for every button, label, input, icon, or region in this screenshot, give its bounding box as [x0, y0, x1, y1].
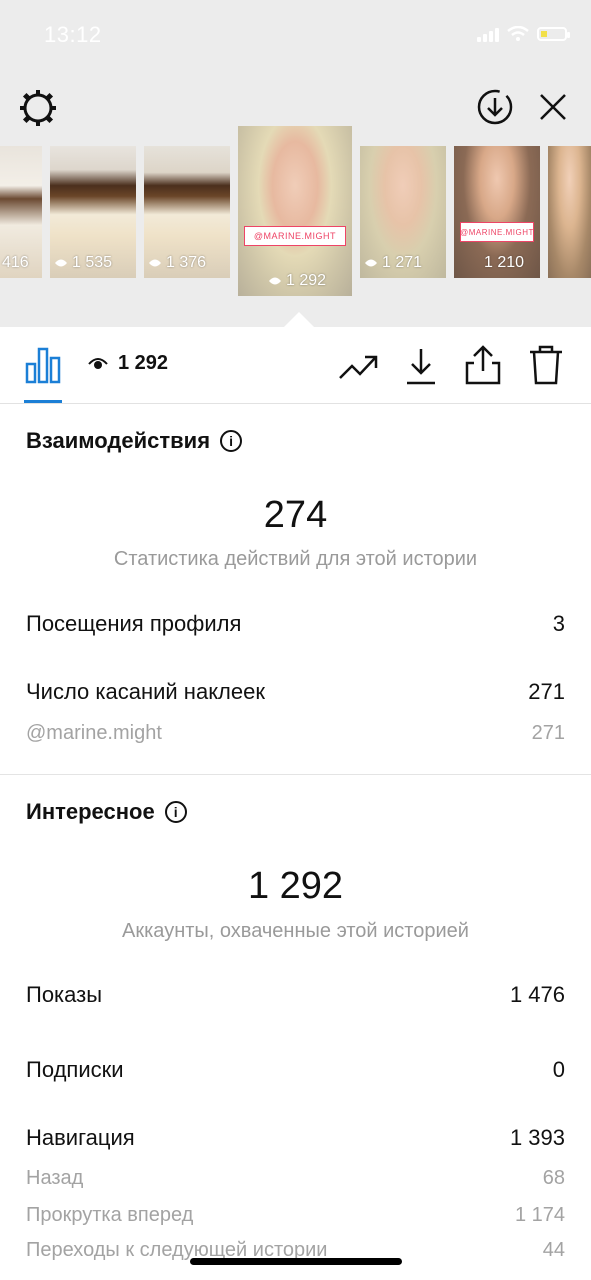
home-indicator — [190, 1258, 402, 1265]
stat-label: Число касаний наклеек — [26, 679, 265, 704]
stat-value: 271 — [528, 679, 565, 704]
info-icon[interactable]: i — [164, 801, 187, 823]
story-thumbnail[interactable] — [548, 146, 591, 278]
promote-trend-icon[interactable] — [338, 350, 378, 382]
story-views: 1 271 — [364, 254, 422, 272]
discovery-caption: Аккаунты, охваченные этой историей — [122, 920, 469, 942]
stat-subrow-back: Назад 68 — [26, 1167, 565, 1190]
discovery-title: Интересное — [26, 799, 155, 824]
story-views: 1 210 — [484, 254, 525, 271]
story-thumbnail-selected[interactable]: @MARINE.MIGHT 1 292 — [238, 126, 352, 296]
story-thumbnail[interactable]: 1 535 — [50, 146, 136, 278]
views-count: 1 292 — [118, 352, 169, 374]
stat-value: 68 — [542, 1167, 565, 1189]
settings-gear-icon[interactable] — [18, 88, 58, 128]
stat-label: Назад — [26, 1167, 84, 1189]
stat-label: Навигация — [26, 1125, 135, 1150]
stat-value: 44 — [542, 1239, 565, 1261]
delete-trash-icon[interactable] — [528, 344, 564, 386]
stat-label: Подписки — [26, 1057, 124, 1082]
status-time: 13:12 — [44, 22, 102, 47]
stat-value: 3 — [552, 611, 565, 636]
stat-row-impressions: Показы 1 476 — [26, 982, 565, 1008]
stat-value: 271 — [531, 722, 565, 744]
story-thumbnail[interactable]: 1 376 — [144, 146, 230, 278]
eye-icon — [365, 259, 377, 267]
signal-icon — [477, 26, 499, 42]
discovery-total: 1 292 — [247, 865, 344, 907]
viewers-button[interactable]: 1 292 — [88, 352, 168, 375]
discovery-header: Интересное i — [26, 799, 187, 825]
story-views: 416 — [2, 254, 29, 271]
stat-value: 1 174 — [514, 1204, 565, 1226]
eye-icon — [269, 277, 281, 285]
mention-sticker: @MARINE.MIGHT — [460, 222, 534, 242]
stat-label: Показы — [26, 982, 103, 1007]
story-views: 1 376 — [148, 254, 206, 272]
stat-subrow-forward: Прокрутка вперед 1 174 — [26, 1204, 565, 1227]
download-icon[interactable] — [404, 346, 438, 386]
story-views: 1 292 — [268, 272, 326, 290]
stat-value: 0 — [552, 1057, 565, 1082]
mention-sticker: @MARINE.MIGHT — [244, 226, 346, 246]
stat-label: Прокрутка вперед — [26, 1204, 194, 1226]
interactions-title: Взаимодействия — [26, 428, 211, 453]
story-views: 1 535 — [54, 254, 112, 272]
section-divider — [0, 774, 591, 775]
stat-subrow-mention: @marine.might 271 — [26, 722, 565, 745]
stat-row-sticker-taps: Число касаний наклеек 271 — [26, 679, 565, 705]
insights-bar-chart-icon[interactable] — [24, 346, 62, 384]
interactions-caption: Статистика действий для этой истории — [113, 548, 478, 570]
story-thumbnails: 416 1 535 1 376 @MARINE.MIGHT 1 292 1 27… — [0, 126, 591, 298]
stat-label: Посещения профиля — [26, 611, 242, 636]
stat-label: @marine.might — [26, 722, 162, 744]
eye-icon — [55, 259, 67, 267]
stat-value: 1 476 — [509, 982, 565, 1007]
stat-row-profile-visits: Посещения профиля 3 — [26, 611, 565, 637]
battery-icon — [537, 27, 570, 41]
share-icon[interactable] — [464, 344, 502, 386]
eye-icon — [88, 357, 108, 369]
story-thumbnail[interactable]: 1 271 — [360, 146, 446, 278]
story-archive-header: 13:12 416 1 535 1 376 @MARINE.MIGHT 1 29… — [0, 0, 591, 328]
interactions-total: 274 — [263, 494, 328, 536]
stat-value: 1 393 — [509, 1125, 565, 1150]
stat-row-navigation: Навигация 1 393 — [26, 1125, 565, 1151]
interactions-header: Взаимодействия i — [26, 428, 243, 454]
active-tab-indicator — [24, 400, 62, 403]
status-icons — [477, 26, 570, 42]
wifi-icon — [507, 26, 529, 41]
info-icon[interactable]: i — [220, 430, 243, 452]
stat-row-follows: Подписки 0 — [26, 1057, 565, 1083]
story-thumbnail[interactable]: 416 — [0, 146, 42, 278]
close-icon[interactable] — [538, 92, 568, 122]
story-thumbnail[interactable]: @MARINE.MIGHT 1 210 — [454, 146, 540, 278]
download-circle-icon[interactable] — [476, 88, 514, 126]
selected-caret — [283, 312, 315, 328]
eye-icon — [149, 259, 161, 267]
